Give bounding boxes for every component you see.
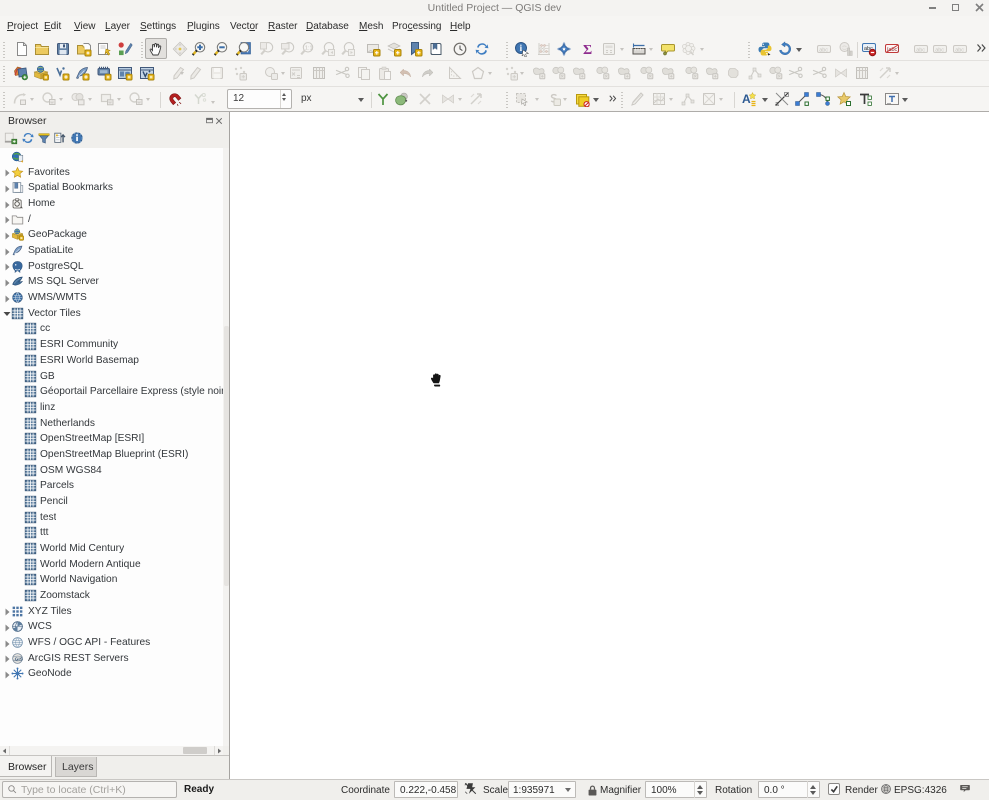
svg-text:A: A bbox=[742, 92, 751, 106]
svg-text:abc: abc bbox=[916, 47, 925, 53]
svg-text:abc: abc bbox=[955, 47, 964, 53]
svg-text:GIS: GIS bbox=[15, 657, 24, 663]
svg-text:1:1: 1:1 bbox=[305, 45, 313, 51]
svg-text:abc: abc bbox=[935, 47, 944, 53]
svg-text:a: a bbox=[775, 101, 779, 107]
svg-text:abc: abc bbox=[819, 47, 828, 53]
svg-text:Σ: Σ bbox=[583, 43, 592, 57]
